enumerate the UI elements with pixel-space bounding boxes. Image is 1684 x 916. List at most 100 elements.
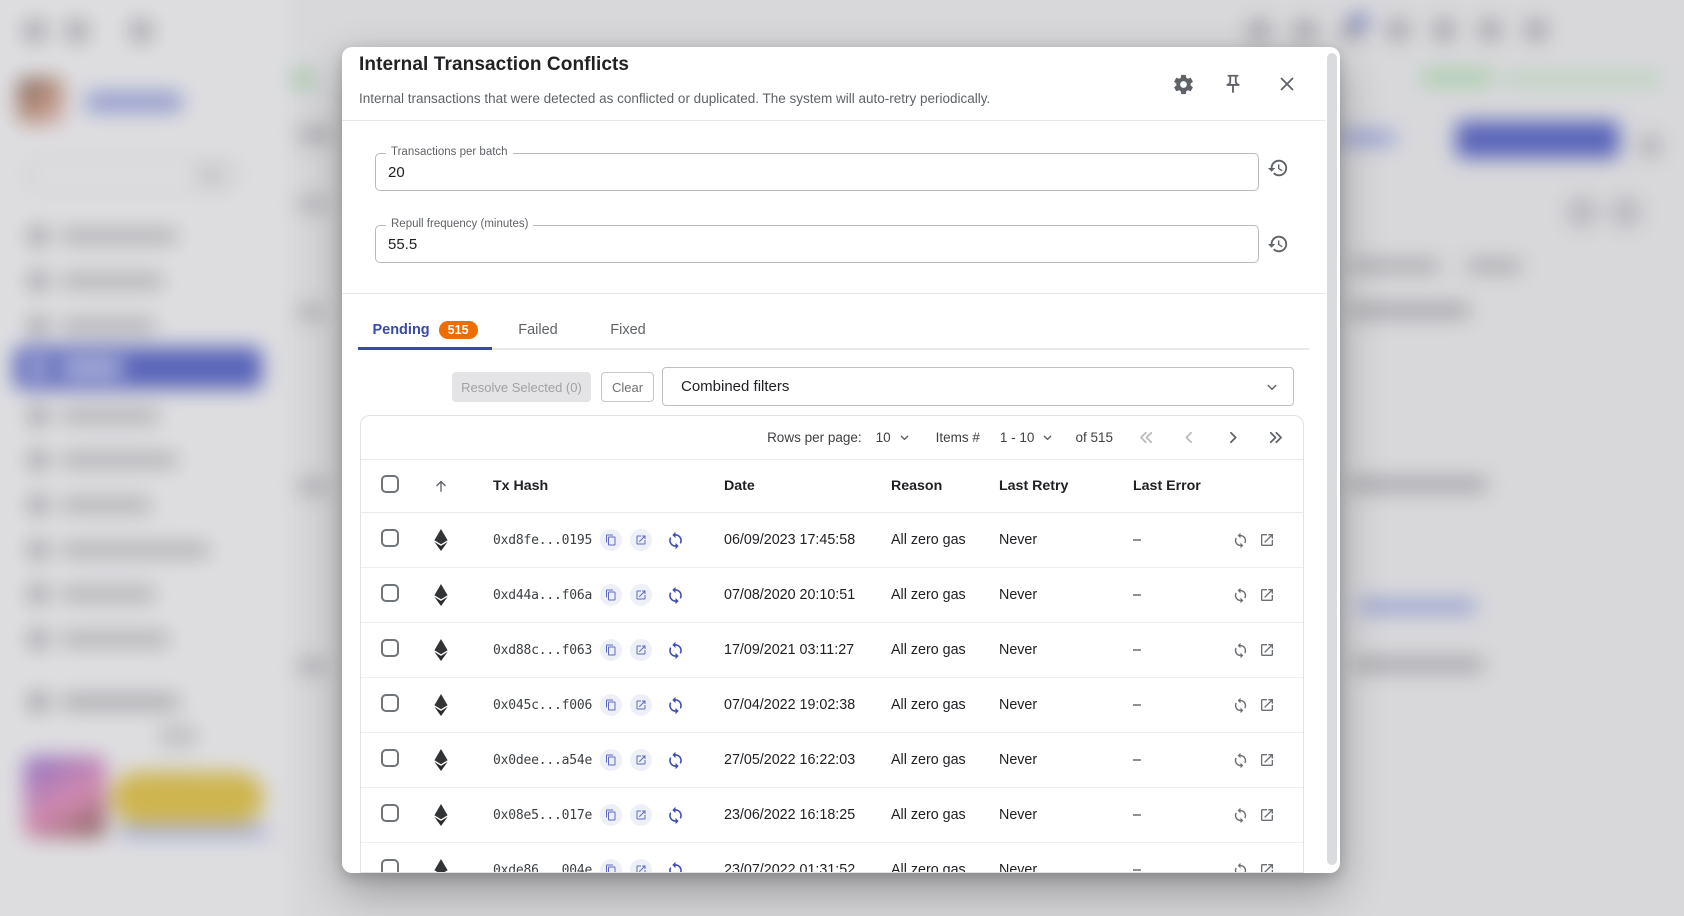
date-cell: 27/05/2022 16:22:03 (701, 752, 868, 768)
col-last-error[interactable]: Last Error (1110, 478, 1203, 494)
clear-button[interactable]: Clear (601, 372, 654, 402)
row-open-button[interactable] (1259, 642, 1275, 658)
sync-icon (666, 751, 685, 770)
tab-fixed[interactable]: Fixed (584, 312, 672, 348)
transactions-per-batch-input[interactable] (376, 154, 1258, 190)
row-refresh-button[interactable] (1232, 752, 1249, 769)
row-open-button[interactable] (1259, 532, 1275, 548)
external-link-icon (1259, 807, 1275, 823)
row-open-button[interactable] (1259, 807, 1275, 823)
row-checkbox[interactable] (381, 584, 399, 602)
chevron-down-icon (1040, 430, 1055, 445)
retry-transaction-button[interactable] (666, 586, 685, 605)
copy-hash-button[interactable] (600, 529, 622, 551)
external-link-icon (635, 699, 647, 711)
open-hash-button[interactable] (630, 584, 652, 606)
next-page-button[interactable] (1223, 428, 1242, 447)
modal-scrollbar[interactable] (1327, 53, 1337, 865)
combined-filters-select[interactable]: Combined filters (662, 367, 1294, 406)
row-refresh-button[interactable] (1232, 697, 1249, 714)
first-page-button[interactable] (1137, 428, 1156, 447)
sort-arrow-up-icon[interactable] (432, 477, 450, 495)
sync-icon (666, 696, 685, 715)
copy-hash-button[interactable] (600, 584, 622, 606)
copy-icon (605, 754, 617, 766)
resolve-selected-button[interactable]: Resolve Selected (0) (452, 372, 591, 402)
col-tx-hash[interactable]: Tx Hash (465, 478, 701, 494)
table-header-row: Tx Hash Date Reason Last Retry Last Erro… (361, 459, 1303, 513)
tab-pending[interactable]: Pending 515 (358, 312, 492, 348)
tx-hash-text: 0x08e5...017e (493, 808, 592, 823)
tab-failed[interactable]: Failed (492, 312, 584, 348)
row-open-button[interactable] (1259, 752, 1275, 768)
last-error-cell: – (1110, 862, 1203, 873)
row-checkbox[interactable] (381, 804, 399, 822)
row-checkbox[interactable] (381, 749, 399, 767)
pending-count-badge: 515 (439, 321, 478, 339)
items-range-select[interactable]: 1 - 10 (1000, 430, 1056, 445)
total-items-text: of 515 (1075, 430, 1113, 445)
retry-transaction-button[interactable] (666, 751, 685, 770)
retry-transaction-button[interactable] (666, 696, 685, 715)
external-link-icon (1259, 752, 1275, 768)
copy-hash-button[interactable] (600, 639, 622, 661)
last-error-cell: – (1110, 697, 1203, 713)
copy-hash-button[interactable] (600, 749, 622, 771)
row-open-button[interactable] (1259, 862, 1275, 873)
copy-hash-button[interactable] (600, 859, 622, 873)
open-hash-button[interactable] (630, 529, 652, 551)
row-open-button[interactable] (1259, 587, 1275, 603)
copy-hash-button[interactable] (600, 804, 622, 826)
col-reason[interactable]: Reason (868, 478, 976, 494)
row-refresh-button[interactable] (1232, 642, 1249, 659)
pin-button[interactable] (1216, 67, 1250, 101)
retry-transaction-button[interactable] (666, 806, 685, 825)
row-open-button[interactable] (1259, 697, 1275, 713)
col-date[interactable]: Date (701, 478, 868, 494)
history-icon (1267, 157, 1289, 179)
copy-icon (605, 809, 617, 821)
sync-icon (1232, 642, 1249, 659)
close-button[interactable] (1270, 67, 1304, 101)
last-error-cell: – (1110, 642, 1203, 658)
retry-transaction-button[interactable] (666, 641, 685, 660)
row-refresh-button[interactable] (1232, 862, 1249, 874)
retry-transaction-button[interactable] (666, 531, 685, 550)
select-all-checkbox[interactable] (381, 475, 399, 493)
open-hash-button[interactable] (630, 859, 652, 873)
retry-transaction-button[interactable] (666, 861, 685, 874)
reason-cell: All zero gas (868, 752, 976, 768)
row-refresh-button[interactable] (1232, 807, 1249, 824)
copy-icon (605, 699, 617, 711)
reason-cell: All zero gas (868, 587, 976, 603)
repull-history-button[interactable] (1261, 227, 1295, 261)
row-refresh-button[interactable] (1232, 587, 1249, 604)
open-hash-button[interactable] (630, 694, 652, 716)
open-hash-button[interactable] (630, 804, 652, 826)
row-checkbox[interactable] (381, 859, 399, 873)
row-checkbox[interactable] (381, 694, 399, 712)
copy-icon (605, 534, 617, 546)
open-hash-button[interactable] (630, 639, 652, 661)
items-range-value: 1 - 10 (1000, 430, 1035, 445)
prev-page-button[interactable] (1180, 428, 1199, 447)
tx-hash-text: 0xd8fe...0195 (493, 533, 592, 548)
last-page-button[interactable] (1266, 428, 1285, 447)
row-refresh-button[interactable] (1232, 532, 1249, 549)
repull-frequency-input[interactable] (376, 226, 1258, 262)
col-last-retry[interactable]: Last Retry (976, 478, 1110, 494)
rows-per-page-value: 10 (876, 430, 891, 445)
settings-icon (1172, 73, 1195, 96)
date-cell: 23/07/2022 01:31:52 (701, 862, 868, 873)
settings-button[interactable] (1166, 67, 1200, 101)
copy-hash-button[interactable] (600, 694, 622, 716)
last-page-icon (1266, 428, 1285, 447)
close-icon (1276, 73, 1298, 95)
table-row: 0xd44a...f06a 07/08/2020 20:10:51 All ze… (361, 568, 1303, 623)
rows-per-page-select[interactable]: 10 (876, 430, 912, 445)
open-hash-button[interactable] (630, 749, 652, 771)
batch-history-button[interactable] (1261, 151, 1295, 185)
row-checkbox[interactable] (381, 529, 399, 547)
sync-icon (666, 531, 685, 550)
row-checkbox[interactable] (381, 639, 399, 657)
